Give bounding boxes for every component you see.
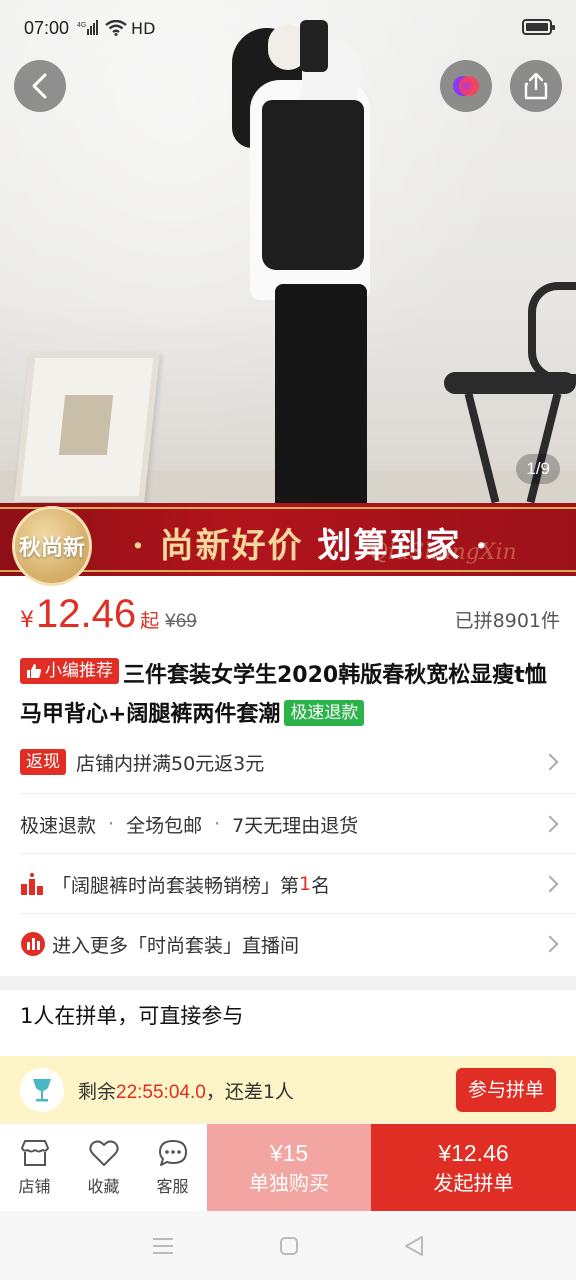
chevron-right-icon bbox=[541, 753, 559, 771]
signal-icon: 4G bbox=[77, 20, 99, 36]
wifi-icon bbox=[105, 20, 127, 36]
chevron-right-icon bbox=[541, 875, 559, 893]
remaining-label: 剩余 bbox=[78, 1080, 117, 1103]
separator-dot: · bbox=[108, 813, 115, 835]
chevron-right-icon bbox=[541, 815, 559, 833]
back-icon bbox=[32, 73, 47, 99]
share-button[interactable] bbox=[510, 60, 562, 112]
chevron-right-icon bbox=[541, 935, 559, 953]
live-icon bbox=[21, 932, 45, 956]
price-row: ¥ 12.46 起 ¥69 已拼8901件 bbox=[20, 592, 560, 648]
price-suffix: 起 bbox=[140, 610, 160, 632]
price-amount: 12.46 bbox=[36, 592, 137, 636]
thumbs-up-icon bbox=[27, 664, 42, 678]
hd-label: HD bbox=[131, 18, 156, 38]
start-group-label: 发起拼单 bbox=[433, 1170, 514, 1195]
cashback-tag: 返现 bbox=[20, 749, 66, 775]
nav-back-icon[interactable] bbox=[404, 1235, 424, 1257]
banner-slogan-white: 划算到家 · bbox=[317, 526, 490, 566]
countdown-timer: 22:55:04.0 bbox=[116, 1081, 206, 1103]
status-bar: 07:00 4G HD bbox=[0, 0, 576, 56]
service-item: 极速退款 bbox=[20, 814, 97, 837]
cashback-text: 店铺内拼满50元返3元 bbox=[76, 752, 265, 775]
join-group-button[interactable]: 参与拼单 bbox=[455, 1068, 556, 1112]
back-button[interactable] bbox=[14, 60, 66, 112]
services-row[interactable]: 极速退款 · 全场包邮 · 7天无理由退货 bbox=[20, 806, 559, 842]
ranking-suffix: 名 bbox=[311, 874, 331, 897]
needed-people-text: ，还差1人 bbox=[205, 1080, 294, 1103]
photo-frame-note bbox=[58, 395, 114, 455]
heart-icon bbox=[88, 1139, 119, 1166]
favorite-label: 收藏 bbox=[87, 1176, 120, 1196]
currency-symbol: ¥ bbox=[20, 608, 34, 633]
buy-alone-price: ¥15 bbox=[269, 1139, 309, 1166]
buy-alone-button[interactable]: ¥15 单独购买 bbox=[207, 1124, 371, 1211]
customer-service-label: 客服 bbox=[156, 1176, 189, 1196]
divider bbox=[20, 793, 576, 794]
store-icon bbox=[20, 1139, 49, 1166]
live-room-text: 进入更多「时尚套装」直播间 bbox=[52, 934, 300, 957]
divider bbox=[20, 913, 576, 914]
service-item: 全场包邮 bbox=[126, 814, 203, 837]
svg-text:4G: 4G bbox=[77, 22, 86, 29]
ranking-number: 1 bbox=[299, 873, 312, 895]
service-item: 7天无理由退货 bbox=[232, 814, 359, 837]
start-group-price: ¥12.46 bbox=[438, 1139, 509, 1166]
group-buy-bar: 剩余22:55:04.0，还差1人 参与拼单 bbox=[0, 1056, 576, 1124]
avatar bbox=[20, 1068, 64, 1112]
bottom-action-bar: 店铺 收藏 客服 ¥15 单独购买 ¥12.46 发起拼单 bbox=[0, 1123, 576, 1211]
section-separator bbox=[0, 976, 576, 990]
group-section-title: 1人在拼单，可直接参与 bbox=[20, 1004, 244, 1028]
image-counter: 1/9 bbox=[516, 454, 560, 484]
share-icon bbox=[524, 72, 548, 100]
goblet-icon bbox=[33, 1079, 51, 1102]
ranking-icon bbox=[21, 873, 43, 895]
banner-badge: 秋尚新 bbox=[12, 506, 92, 586]
customer-service-button[interactable]: 客服 bbox=[138, 1124, 207, 1211]
brand-button[interactable] bbox=[440, 60, 492, 112]
separator-dot: · bbox=[214, 813, 221, 835]
divider bbox=[20, 853, 576, 854]
ranking-row[interactable]: 「阔腿裤时尚套装畅销榜」第 1 名 bbox=[20, 866, 559, 902]
editor-pick-label: 小编推荐 bbox=[45, 660, 113, 681]
fast-refund-tag: 极速退款 bbox=[284, 700, 365, 726]
group-countdown-text: 剩余22:55:04.0，还差1人 bbox=[78, 1077, 294, 1104]
battery-icon bbox=[522, 19, 555, 35]
sold-count: 已拼8901件 bbox=[454, 610, 560, 632]
product-title: 小编推荐 三件套装女学生2020韩版春秋宽松显瘦t恤马甲背心+阔腿裤两件套潮 极速… bbox=[20, 656, 560, 734]
buy-alone-label: 单独购买 bbox=[249, 1170, 329, 1195]
shop-label: 店铺 bbox=[18, 1176, 51, 1196]
home-icon[interactable] bbox=[279, 1236, 299, 1256]
live-room-row[interactable]: 进入更多「时尚套装」直播间 bbox=[20, 926, 559, 962]
status-time: 07:00 bbox=[24, 17, 70, 38]
shop-button[interactable]: 店铺 bbox=[0, 1124, 69, 1211]
photo-model-pants bbox=[275, 284, 367, 503]
ranking-prefix: 「阔腿裤时尚套装畅销榜」第 bbox=[52, 874, 300, 897]
banner-slogan: · 尚新好价 划算到家 · bbox=[132, 518, 489, 567]
menu-icon[interactable] bbox=[152, 1237, 174, 1255]
banner-slogan-gold: · 尚新好价 bbox=[132, 526, 304, 566]
photo-chair-seat bbox=[444, 372, 576, 394]
cashback-row[interactable]: 返现 店铺内拼满50元返3元 bbox=[20, 744, 559, 780]
chat-icon bbox=[158, 1139, 187, 1166]
original-price: ¥69 bbox=[165, 611, 197, 632]
photo-model-vest bbox=[262, 100, 364, 270]
favorite-button[interactable]: 收藏 bbox=[69, 1124, 138, 1211]
editor-pick-tag: 小编推荐 bbox=[20, 658, 119, 684]
photo-chair-back bbox=[528, 282, 576, 382]
brand-icon bbox=[453, 76, 479, 96]
system-nav-bar bbox=[0, 1211, 576, 1280]
start-group-button[interactable]: ¥12.46 发起拼单 bbox=[371, 1124, 576, 1211]
